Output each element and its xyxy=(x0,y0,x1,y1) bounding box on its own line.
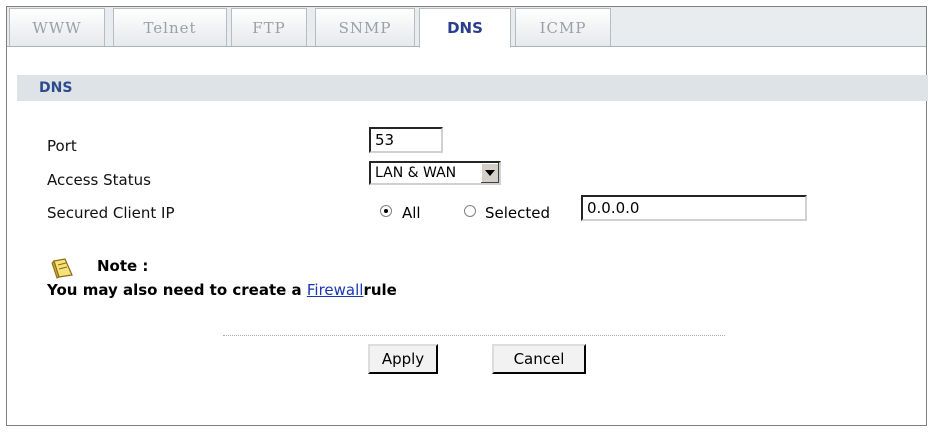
radio-selected[interactable] xyxy=(464,205,476,217)
note-text-after: rule xyxy=(363,281,397,299)
note-text: You may also need to create a Firewallru… xyxy=(47,281,397,299)
port-input[interactable] xyxy=(369,127,443,153)
chevron-down-icon[interactable] xyxy=(480,163,499,183)
secured-client-ip-label: Secured Client IP xyxy=(47,204,175,222)
note-icon xyxy=(51,257,75,283)
apply-button[interactable]: Apply xyxy=(368,344,438,374)
access-status-value: LAN & WAN xyxy=(375,165,457,181)
tab-ftp[interactable]: FTP xyxy=(231,8,307,46)
tab-icmp[interactable]: ICMP xyxy=(515,8,611,46)
port-label: Port xyxy=(47,137,77,155)
tab-telnet[interactable]: Telnet xyxy=(113,8,227,46)
note-text-before: You may also need to create a xyxy=(47,281,307,299)
radio-selected-label[interactable]: Selected xyxy=(485,204,550,222)
tab-dns[interactable]: DNS xyxy=(419,8,511,48)
divider xyxy=(223,335,725,336)
radio-all-label[interactable]: All xyxy=(402,204,421,222)
section-title: DNS xyxy=(17,75,928,101)
note-title: Note : xyxy=(97,257,149,275)
dns-config-panel: WWW Telnet FTP SNMP DNS ICMP DNS Port Ac… xyxy=(6,6,928,426)
access-status-select[interactable]: LAN & WAN xyxy=(369,161,501,185)
radio-all[interactable] xyxy=(380,205,392,217)
tab-snmp[interactable]: SNMP xyxy=(315,8,415,46)
firewall-link[interactable]: Firewall xyxy=(307,281,364,299)
tab-www[interactable]: WWW xyxy=(9,8,105,46)
access-status-label: Access Status xyxy=(47,171,151,189)
selected-ip-input[interactable] xyxy=(581,195,807,221)
cancel-button[interactable]: Cancel xyxy=(492,344,586,374)
tab-bar: WWW Telnet FTP SNMP DNS ICMP xyxy=(7,7,926,48)
